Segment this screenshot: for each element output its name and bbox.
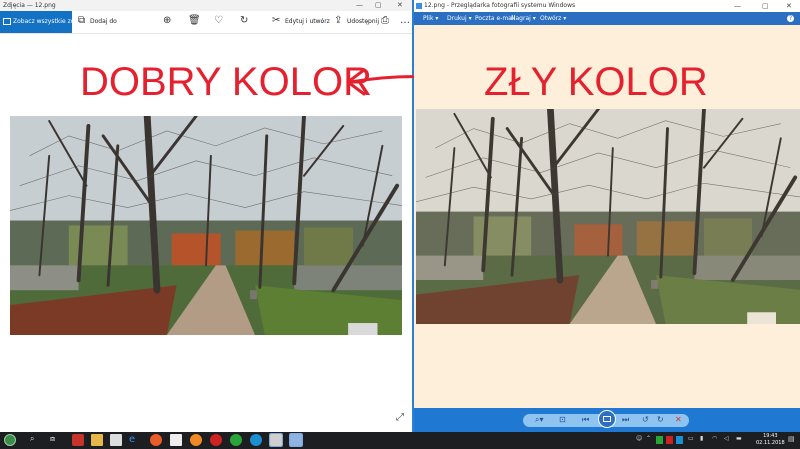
menu-file[interactable]: Plik ▾	[423, 12, 438, 25]
viewer-control-bar: ⌕▾ ⊡ ⏮ ⏭ ↺ ↻ ✕	[414, 408, 800, 432]
chevron-down-icon[interactable]: ⌄	[320, 18, 325, 25]
menu-open[interactable]: Otwórz ▾	[540, 12, 566, 25]
task-view-icon[interactable]: ⧈	[50, 434, 55, 444]
network-icon[interactable]: ▭	[688, 435, 694, 442]
minimize-icon[interactable]: —	[734, 0, 741, 12]
photos-taskbar-icon[interactable]	[269, 433, 283, 447]
help-icon[interactable]: ?	[787, 15, 794, 22]
bad-color-label: ZŁY KOLOR	[484, 60, 708, 104]
good-color-label: DOBRY KOLOR	[80, 60, 372, 104]
print-icon[interactable]: ⎙	[381, 16, 389, 26]
close-icon[interactable]: ✕	[397, 0, 403, 11]
app-icon-1[interactable]	[72, 434, 84, 446]
app-icon-2[interactable]	[190, 434, 202, 446]
delete-icon[interactable]: 🗑	[188, 16, 201, 26]
keyboard-icon[interactable]: ▬	[736, 435, 742, 442]
minimize-icon[interactable]: —	[356, 0, 363, 11]
edge-icon[interactable]: e	[129, 434, 141, 446]
viewer-photo-image	[416, 109, 800, 324]
close-icon[interactable]: ✕	[786, 0, 792, 12]
firefox-icon[interactable]	[150, 434, 162, 446]
rotate-icon[interactable]: ↻	[240, 16, 248, 26]
favorite-heart-icon[interactable]: ♡	[214, 16, 223, 26]
mail-icon[interactable]	[170, 434, 182, 446]
wifi-icon[interactable]: ◠	[712, 435, 717, 442]
zoom-icon[interactable]: ⌕▾	[535, 415, 544, 425]
viewer-title-bar: 12.png - Przeglądarka fotografii systemu…	[414, 0, 800, 12]
menu-print[interactable]: Drukuj ▾	[447, 12, 472, 25]
add-to-icon[interactable]: ⧉	[78, 16, 85, 26]
viewer-menu-bar: Plik ▾ Drukuj ▾ Poczta e-mail Nagraj ▾ O…	[414, 12, 800, 25]
menu-burn[interactable]: Nagraj ▾	[511, 12, 536, 25]
rotate-left-icon[interactable]: ↺	[642, 415, 649, 425]
next-icon[interactable]: ⏭	[622, 415, 629, 425]
clock-date: 02.11.2018	[756, 440, 785, 446]
photo-image	[10, 116, 402, 335]
more-options-icon[interactable]: …	[400, 16, 410, 26]
viewer-taskbar-icon[interactable]	[289, 433, 303, 447]
file-explorer-icon[interactable]	[91, 434, 103, 446]
share-icon[interactable]: ⇪	[334, 16, 342, 26]
photos-window-title: Zdjęcia — 12.png	[3, 2, 56, 9]
expand-icon[interactable]: ⤢	[396, 412, 404, 423]
see-all-photos-button[interactable]: Zobacz wszystkie zdjęcia	[0, 11, 89, 33]
app-icon-4[interactable]	[230, 434, 242, 446]
fit-window-icon[interactable]: ⊡	[559, 415, 566, 425]
share-button[interactable]: Udostępnij	[347, 18, 379, 25]
photos-title-bar: Zdjęcia — 12.png — ▢ ✕	[0, 0, 412, 11]
windows-taskbar: ⌕ ⧈ e ☺ ⌃ ▭ ▮ ◠ ◁ ▬ 19:43 02.11.2018 ▤	[0, 432, 800, 449]
clock-time: 19:43	[763, 433, 778, 439]
tray-app-icon-3[interactable]	[676, 436, 683, 444]
battery-icon[interactable]: ▮	[700, 435, 703, 442]
maximize-icon[interactable]: ▢	[375, 0, 382, 11]
tray-app-icon-2[interactable]	[666, 436, 673, 444]
tray-app-icon-1[interactable]	[656, 436, 663, 444]
windows-photo-viewer-window: 12.png - Przeglądarka fotografii systemu…	[414, 0, 800, 432]
show-hidden-icon[interactable]: ⌃	[646, 435, 651, 442]
add-to-button[interactable]: Dodaj do	[90, 18, 117, 25]
edit-icon[interactable]: ✂	[272, 16, 280, 26]
people-icon[interactable]: ☺	[636, 435, 642, 442]
app-icon-5[interactable]	[250, 434, 262, 446]
delete-icon[interactable]: ✕	[675, 415, 682, 425]
slideshow-icon	[603, 416, 611, 422]
search-icon[interactable]: ⌕	[30, 434, 34, 444]
rotate-right-icon[interactable]: ↻	[657, 415, 664, 425]
photos-icon	[3, 18, 11, 25]
zoom-icon[interactable]: ⊕	[163, 16, 171, 26]
maximize-icon[interactable]: ▢	[762, 0, 769, 12]
previous-icon[interactable]: ⏮	[582, 415, 589, 425]
app-icon-3[interactable]	[210, 434, 222, 446]
notifications-icon[interactable]: ▤	[788, 435, 795, 443]
store-icon[interactable]	[110, 434, 122, 446]
viewer-app-icon	[416, 3, 422, 9]
volume-icon[interactable]: ◁	[724, 435, 729, 442]
photos-toolbar: Zobacz wszystkie zdjęcia ⧉ Dodaj do ⊕ 🗑 …	[0, 11, 412, 34]
start-button[interactable]	[4, 434, 16, 446]
menu-email[interactable]: Poczta e-mail	[475, 12, 515, 25]
slideshow-button[interactable]	[598, 410, 616, 428]
taskbar-clock[interactable]: 19:43 02.11.2018	[756, 433, 785, 447]
viewer-window-title: 12.png - Przeglądarka fotografii systemu…	[424, 2, 576, 9]
